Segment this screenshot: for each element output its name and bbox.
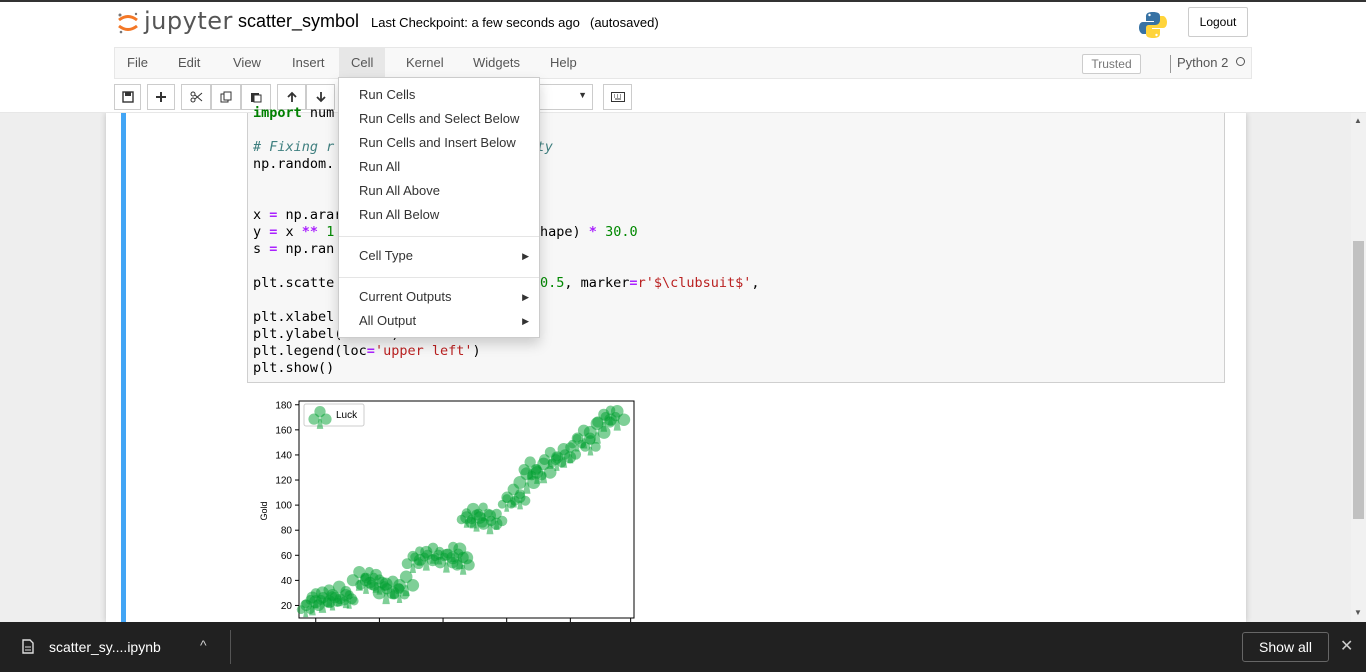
kernel-separator <box>1170 55 1171 73</box>
menu-item-run-cells-insert-below[interactable]: Run Cells and Insert Below <box>359 135 516 150</box>
logout-button[interactable]: Logout <box>1188 7 1248 37</box>
y-tick-label: 120 <box>275 476 292 487</box>
scissors-icon <box>190 91 202 103</box>
y-tick-label: 40 <box>281 576 293 587</box>
autosave-status: (autosaved) <box>590 15 659 30</box>
code-line: y = x ** 1 hape) * 30.0 <box>253 224 638 240</box>
code-line: import num <box>253 105 335 121</box>
menu-edit[interactable]: Edit <box>166 48 212 78</box>
scatter-plot: 20 40 60 80 100 120 140 160 180 Gold Luck <box>259 400 635 622</box>
code-line: plt.legend(loc='upper left') <box>253 343 481 359</box>
download-filename[interactable]: scatter_sy....ipynb <box>49 639 161 655</box>
code-line: plt.xlabel <box>253 309 335 325</box>
submenu-arrow-icon: ▶ <box>522 316 529 326</box>
legend-label: Luck <box>336 410 358 421</box>
scroll-up-icon[interactable]: ▲ <box>1354 116 1362 125</box>
code-line: np.random. <box>253 156 335 172</box>
save-button[interactable] <box>114 84 141 110</box>
chevron-up-icon[interactable]: ^ <box>200 637 207 653</box>
copy-icon <box>220 91 232 103</box>
y-axis-label: Gold <box>259 501 269 520</box>
kernel-name[interactable]: Python 2 <box>1177 48 1228 78</box>
y-tick-label: 20 <box>281 601 293 612</box>
insert-cell-button[interactable] <box>147 84 175 110</box>
code-line: plt.show() <box>253 360 335 376</box>
y-tick-label: 60 <box>281 551 293 562</box>
header: jupyter scatter_symbol Last Checkpoint: … <box>0 2 1366 113</box>
checkpoint-status: Last Checkpoint: a few seconds ago <box>371 15 580 30</box>
download-bar: scatter_sy....ipynb ^ Show all ✕ <box>0 622 1366 672</box>
menu-item-run-all-below[interactable]: Run All Below <box>359 207 439 222</box>
menubar: File Edit View Insert Cell Kernel Widget… <box>114 47 1252 79</box>
keyboard-icon <box>610 92 625 102</box>
submenu-arrow-icon: ▶ <box>522 292 529 302</box>
menu-widgets[interactable]: Widgets <box>461 48 532 78</box>
file-icon <box>22 639 34 654</box>
menu-item-run-all[interactable]: Run All <box>359 159 400 174</box>
y-tick-label: 160 <box>275 425 292 436</box>
menu-help[interactable]: Help <box>538 48 589 78</box>
menu-divider <box>339 236 539 237</box>
y-axis-ticks: 20 40 60 80 100 120 140 160 180 <box>275 400 299 612</box>
menu-cell[interactable]: Cell <box>339 48 386 78</box>
menu-item-run-all-above[interactable]: Run All Above <box>359 183 440 198</box>
code-line: x = np.arar <box>253 207 343 223</box>
code-line: plt.scatte 0.5, marker=r'$\clubsuit$', <box>253 275 760 291</box>
close-icon[interactable]: ✕ <box>1340 636 1353 656</box>
notebook-name[interactable]: scatter_symbol <box>238 11 359 32</box>
menu-item-run-cells-select-below[interactable]: Run Cells and Select Below <box>359 111 519 126</box>
jupyter-wordmark: jupyter <box>144 7 233 35</box>
menu-view[interactable]: View <box>221 48 273 78</box>
menu-item-cell-type[interactable]: Cell Type <box>359 248 413 263</box>
plus-icon <box>156 92 166 102</box>
menu-file[interactable]: File <box>115 48 160 78</box>
y-tick-label: 80 <box>281 526 293 537</box>
download-separator <box>230 630 231 664</box>
scroll-down-icon[interactable]: ▼ <box>1354 608 1362 617</box>
code-line: # Fixing ribility <box>253 139 553 155</box>
page-scrollbar[interactable]: ▲ ▼ <box>1351 113 1366 622</box>
trusted-indicator[interactable]: Trusted <box>1082 54 1141 74</box>
plot-legend: Luck <box>303 403 365 429</box>
save-icon <box>121 91 134 103</box>
menu-divider <box>339 277 539 278</box>
select-arrow-icon: ▼ <box>578 90 587 100</box>
python-logo-icon <box>1139 12 1167 38</box>
menu-item-all-output[interactable]: All Output <box>359 313 416 328</box>
menu-item-run-cells[interactable]: Run Cells <box>359 87 415 102</box>
menu-kernel[interactable]: Kernel <box>394 48 456 78</box>
kernel-idle-icon <box>1236 57 1245 66</box>
show-all-button[interactable]: Show all <box>1242 632 1329 662</box>
code-line: s = np.ran+ 500 <box>253 241 449 257</box>
cell-menu-dropdown: Run Cells Run Cells and Select Below Run… <box>338 77 540 338</box>
y-tick-label: 100 <box>275 501 292 512</box>
arrow-down-icon <box>315 92 326 103</box>
jupyter-logo-icon <box>118 12 138 34</box>
paste-icon <box>251 93 262 103</box>
menu-insert[interactable]: Insert <box>280 48 337 78</box>
jupyter-logo[interactable]: jupyter <box>116 7 232 40</box>
command-palette-button[interactable] <box>603 84 632 110</box>
arrow-up-icon <box>286 91 297 102</box>
cut-button[interactable] <box>181 84 211 110</box>
y-tick-label: 140 <box>275 450 292 461</box>
menu-item-current-outputs[interactable]: Current Outputs <box>359 289 452 304</box>
submenu-arrow-icon: ▶ <box>522 251 529 261</box>
copy-button[interactable] <box>211 84 241 110</box>
scrollbar-thumb[interactable] <box>1353 241 1364 519</box>
y-tick-label: 180 <box>275 400 292 411</box>
